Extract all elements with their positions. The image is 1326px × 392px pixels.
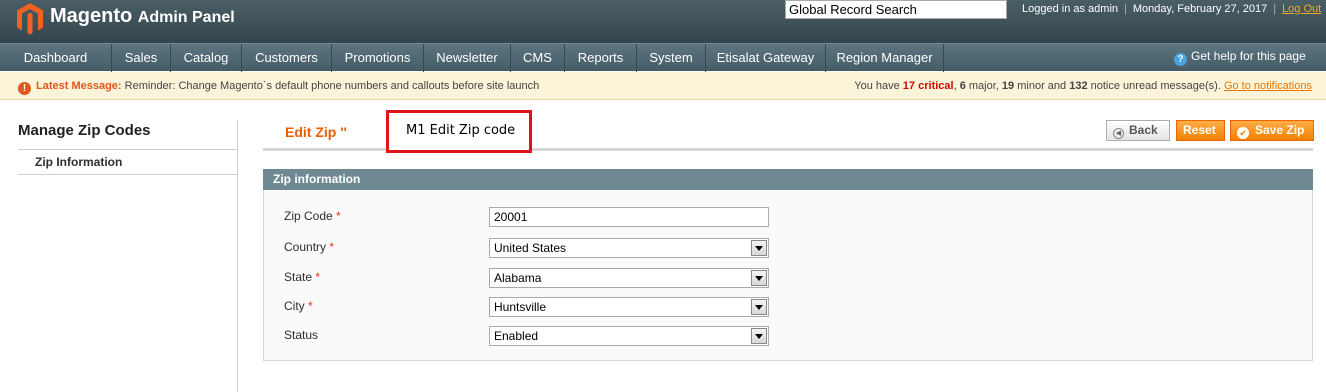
- back-arrow-icon: ◀: [1113, 128, 1124, 139]
- critical-label: critical: [918, 80, 954, 92]
- help-text: Get help for this page: [1191, 49, 1306, 63]
- sidebar-item-zip-information[interactable]: Zip Information: [35, 155, 122, 169]
- go-to-notifications-link[interactable]: Go to notifications: [1224, 80, 1312, 92]
- help-link[interactable]: ? Get help for this page: [1174, 49, 1306, 66]
- country-label: Country *: [284, 240, 334, 254]
- logout-link[interactable]: Log Out: [1282, 3, 1321, 15]
- header-user-info: Logged in as admin | Monday, February 27, …: [1022, 3, 1321, 15]
- required-marker: *: [315, 270, 321, 284]
- nav-sales[interactable]: Sales: [112, 44, 171, 72]
- city-label-text: City: [284, 299, 305, 313]
- nav-region-manager[interactable]: Region Manager: [826, 44, 944, 72]
- dropdown-arrow-icon[interactable]: [751, 240, 767, 256]
- notice-count: 132: [1069, 80, 1088, 92]
- notif-prefix: You have: [854, 80, 900, 92]
- critical-count: 17: [902, 80, 916, 92]
- major-count: 6: [959, 80, 966, 92]
- latest-message-label: Latest Message:: [36, 80, 122, 92]
- dropdown-arrow-icon[interactable]: [751, 270, 767, 286]
- zip-code-input[interactable]: [489, 207, 769, 227]
- notification-summary: You have 17 critical, 6 major, 19 minor …: [854, 80, 1312, 92]
- sidebar-divider: [18, 174, 237, 175]
- page-title: Edit Zip '': [285, 124, 347, 140]
- annotation-callout: M1 Edit Zip code: [386, 110, 532, 153]
- required-marker: *: [336, 209, 341, 223]
- logo-brand: Magento: [50, 5, 133, 27]
- nav-dashboard[interactable]: Dashboard: [0, 44, 112, 72]
- status-label-text: Status: [284, 328, 319, 342]
- back-button-label: Back: [1129, 123, 1158, 137]
- global-search-input[interactable]: [785, 0, 1007, 19]
- required-marker: *: [329, 240, 335, 254]
- minor-count: 19: [1001, 80, 1015, 92]
- major-label: major,: [968, 80, 999, 92]
- nav-etisalat-gateway[interactable]: Etisalat Gateway: [706, 44, 826, 72]
- magento-logo-icon[interactable]: [16, 2, 44, 36]
- status-select[interactable]: Enabled: [489, 326, 769, 346]
- sidebar-divider: [18, 149, 237, 150]
- nav-reports[interactable]: Reports: [565, 44, 637, 72]
- help-icon: ?: [1174, 53, 1187, 66]
- country-select-value: United States: [494, 241, 567, 255]
- country-select[interactable]: United States: [489, 238, 769, 258]
- latest-message: ! Latest Message: Reminder: Change Magent…: [18, 80, 539, 95]
- zip-code-label-text: Zip Code: [284, 209, 333, 223]
- admin-header: Magento Admin Panel Logged in as admin | M…: [0, 0, 1326, 43]
- header-date: Monday, February 27, 2017: [1132, 3, 1268, 15]
- city-select[interactable]: Huntsville: [489, 297, 769, 317]
- state-label-text: State: [284, 270, 313, 284]
- required-marker: *: [308, 299, 313, 313]
- nav-newsletter[interactable]: Newsletter: [424, 44, 511, 72]
- latest-message-text: Reminder: Change Magento`s default phone…: [124, 80, 540, 92]
- message-bar: ! Latest Message: Reminder: Change Magent…: [0, 72, 1326, 100]
- logged-in-text: Logged in as admin: [1022, 3, 1119, 15]
- save-zip-button[interactable]: ✔ Save Zip: [1230, 120, 1314, 141]
- logo-text[interactable]: Magento Admin Panel: [50, 5, 235, 28]
- sidebar-border: [237, 120, 238, 392]
- reset-button[interactable]: Reset: [1176, 120, 1225, 141]
- minor-label: minor and: [1017, 80, 1067, 92]
- dropdown-arrow-icon[interactable]: [751, 299, 767, 315]
- status-label: Status: [284, 328, 318, 342]
- dropdown-arrow-icon[interactable]: [751, 328, 767, 344]
- save-button-label: Save Zip: [1255, 123, 1305, 137]
- back-button[interactable]: ◀ Back: [1106, 120, 1170, 141]
- logo-subtitle: Admin Panel: [137, 9, 235, 26]
- fieldset-title: Zip information: [263, 169, 1313, 190]
- main-nav: Dashboard Sales Catalog Customers Promot…: [0, 43, 1326, 72]
- state-select[interactable]: Alabama: [489, 268, 769, 288]
- country-label-text: Country: [284, 240, 327, 254]
- nav-cms[interactable]: CMS: [511, 44, 565, 72]
- warning-icon: !: [18, 82, 31, 95]
- status-select-value: Enabled: [494, 329, 539, 343]
- separator: |: [1273, 3, 1277, 15]
- nav-system[interactable]: System: [637, 44, 706, 72]
- notice-label: notice unread message(s).: [1090, 80, 1221, 92]
- sidebar-title: Manage Zip Codes: [18, 122, 151, 139]
- fieldset-body: [263, 190, 1313, 361]
- city-select-value: Huntsville: [494, 300, 547, 314]
- zip-code-label: Zip Code *: [284, 209, 341, 223]
- city-label: City *: [284, 299, 313, 313]
- state-select-value: Alabama: [494, 271, 542, 285]
- nav-customers[interactable]: Customers: [242, 44, 332, 72]
- reset-button-label: Reset: [1183, 123, 1216, 137]
- nav-promotions[interactable]: Promotions: [332, 44, 424, 72]
- checkmark-icon: ✔: [1237, 127, 1249, 139]
- state-label: State *: [284, 270, 320, 284]
- separator: |: [1124, 3, 1127, 15]
- nav-catalog[interactable]: Catalog: [171, 44, 242, 72]
